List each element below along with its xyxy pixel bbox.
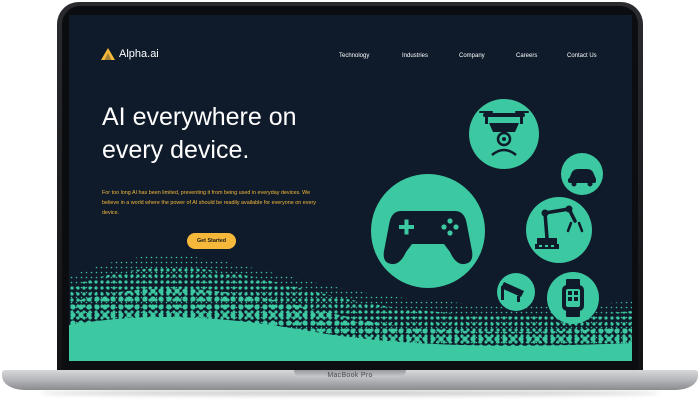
website-screen: Alpha.ai Technology Industries Company C… xyxy=(69,15,632,361)
nav-company[interactable]: Company xyxy=(459,53,485,59)
hero-title-line1: AI everywhere on xyxy=(102,103,297,131)
drone-icon xyxy=(469,99,539,169)
nav-careers[interactable]: Careers xyxy=(516,53,537,59)
hero-title-line2: every device. xyxy=(102,136,250,164)
hero-description: For too long AI has been limited, preven… xyxy=(102,190,316,216)
get-started-button[interactable]: Get Started xyxy=(187,233,236,249)
triangle-logo-icon xyxy=(101,48,115,60)
nav-technology[interactable]: Technology xyxy=(339,53,369,59)
hero-title: AI everywhere on every device. xyxy=(102,101,362,167)
gamepad-icon xyxy=(371,174,485,288)
laptop-model-label: MacBook Pro xyxy=(327,372,373,379)
brand-name: Alpha.ai xyxy=(119,48,159,60)
brand-logo[interactable]: Alpha.ai xyxy=(101,48,159,60)
laptop-shadow xyxy=(40,390,660,396)
nav-contact-us[interactable]: Contact Us xyxy=(567,53,597,59)
security-camera-icon xyxy=(497,273,535,311)
car-icon xyxy=(561,153,603,195)
smartwatch-icon xyxy=(547,272,599,324)
laptop-mockup: Alpha.ai Technology Industries Company C… xyxy=(0,0,700,402)
robot-arm-icon xyxy=(526,197,592,263)
nav-industries[interactable]: Industries xyxy=(402,53,428,59)
